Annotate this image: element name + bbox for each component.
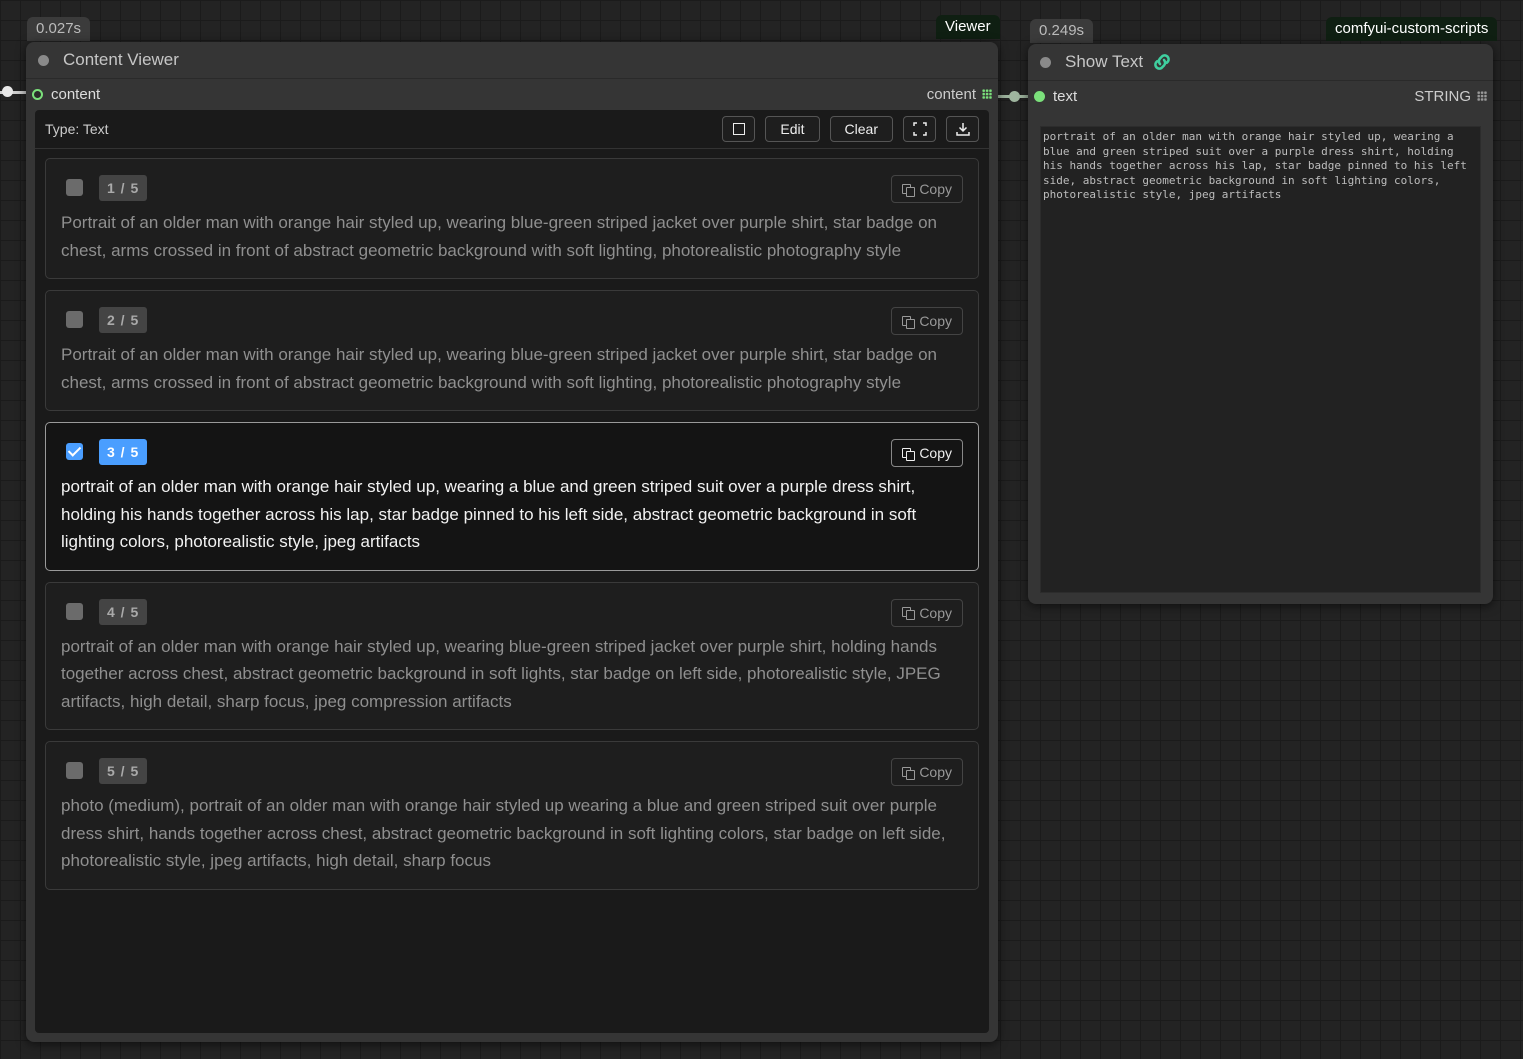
entry-text: photo (medium), portrait of an older man…: [61, 796, 946, 870]
entry-checkbox[interactable]: [66, 179, 83, 196]
input-slot[interactable]: [1034, 90, 1045, 102]
copy-button[interactable]: Copy: [891, 307, 963, 335]
wire-mid-dot: [1009, 91, 1020, 102]
node-title: Content Viewer: [63, 50, 179, 69]
entry-header: 2 / 5 Copy: [46, 307, 978, 335]
download-icon: [955, 123, 970, 136]
entry-text: Portrait of an older man with orange hai…: [61, 345, 937, 392]
entry-index-badge: 1 / 5: [99, 175, 148, 201]
copy-label: Copy: [919, 764, 952, 780]
output-slot-label: STRING: [1414, 87, 1471, 105]
content-entry[interactable]: 1 / 5 Copy Portrait of an older man with o…: [45, 158, 979, 279]
execution-time-badge: 0.027s: [27, 17, 91, 41]
download-button[interactable]: [946, 116, 979, 142]
edit-button[interactable]: Edit: [765, 116, 820, 142]
copy-button[interactable]: Copy: [891, 598, 963, 627]
entry-index-badge: 2 / 5: [99, 307, 148, 333]
entry-header: 1 / 5 Copy: [46, 175, 978, 203]
node-title: Show Text: [1065, 52, 1144, 71]
fullscreen-button[interactable]: [903, 116, 936, 142]
viewer-toolbar: Type: Text Edit Clear: [35, 110, 989, 149]
entry-checkbox[interactable]: [66, 762, 83, 779]
copy-button[interactable]: Copy: [891, 175, 963, 203]
collapse-dot[interactable]: [38, 54, 49, 66]
content-entry[interactable]: 3 / 5 Copy portrait of an older man with o…: [45, 422, 979, 571]
copy-label: Copy: [919, 313, 952, 329]
output-grid-icon[interactable]: [982, 89, 992, 99]
content-entry[interactable]: 4 / 5 Copy portrait of an older man with o…: [45, 581, 979, 730]
input-slot-label: content: [51, 85, 101, 103]
node-title-bar[interactable]: Content Viewer: [26, 42, 998, 79]
type-label: Type: Text: [45, 121, 109, 137]
copy-icon: [902, 766, 915, 780]
entry-text: Portrait of an older man with orange hai…: [61, 213, 937, 260]
entries-list: 1 / 5 Copy Portrait of an older man with o…: [45, 158, 979, 901]
copy-icon: [902, 183, 915, 197]
output-slot-label: content: [926, 85, 976, 103]
fullscreen-icon: [912, 122, 927, 136]
slot-row: content content: [26, 79, 998, 109]
content-entry[interactable]: 5 / 5 Copy photo (medium), portrait of an …: [45, 741, 979, 890]
link-icon: [1154, 54, 1170, 70]
entry-checkbox[interactable]: [66, 443, 83, 460]
entry-checkbox[interactable]: [66, 311, 83, 328]
copy-button[interactable]: Copy: [891, 439, 963, 467]
collapse-dot[interactable]: [1040, 56, 1051, 68]
input-slot[interactable]: [32, 88, 43, 100]
show-text-node[interactable]: Show Text text STRING portrait of an old…: [1028, 44, 1493, 604]
node-source-badge: comfyui-custom-scripts: [1326, 17, 1498, 41]
copy-icon: [902, 607, 915, 620]
execution-time-badge: 0.249s: [1030, 19, 1094, 43]
copy-icon: [902, 447, 915, 461]
content-viewer-panel: Type: Text Edit Clear 1 / 5 Copy Portrait …: [35, 110, 989, 1033]
copy-icon: [902, 315, 915, 329]
entry-index-badge: 5 / 5: [99, 758, 148, 784]
show-text-textarea[interactable]: portrait of an older man with orange hai…: [1040, 126, 1481, 593]
slot-row: text STRING: [1028, 81, 1493, 111]
wire-end-dot: [2, 86, 13, 97]
entry-text: portrait of an older man with orange hai…: [61, 636, 941, 711]
node-source-badge: Viewer: [936, 15, 1000, 39]
entry-index-badge: 4 / 5: [99, 598, 148, 625]
content-viewer-node[interactable]: Content Viewer content content Type: Tex…: [26, 42, 998, 1042]
copy-label: Copy: [919, 604, 952, 621]
output-grid-icon[interactable]: [1477, 91, 1487, 101]
square-icon: [732, 123, 745, 135]
entry-header: 5 / 5 Copy: [46, 758, 978, 786]
entry-text: portrait of an older man with orange hai…: [61, 477, 917, 551]
node-title-bar[interactable]: Show Text: [1028, 44, 1493, 81]
input-slot-label: text: [1053, 87, 1078, 105]
content-entry[interactable]: 2 / 5 Copy Portrait of an older man with o…: [45, 290, 979, 411]
entry-checkbox[interactable]: [66, 602, 83, 620]
copy-label: Copy: [919, 181, 952, 197]
select-all-button[interactable]: [722, 116, 756, 142]
clear-button[interactable]: Clear: [829, 116, 893, 142]
entry-header: 3 / 5 Copy: [46, 439, 978, 467]
entry-index-badge: 3 / 5: [99, 439, 148, 465]
copy-button[interactable]: Copy: [891, 758, 963, 786]
entry-header: 4 / 5 Copy: [46, 598, 978, 627]
copy-label: Copy: [919, 445, 952, 461]
